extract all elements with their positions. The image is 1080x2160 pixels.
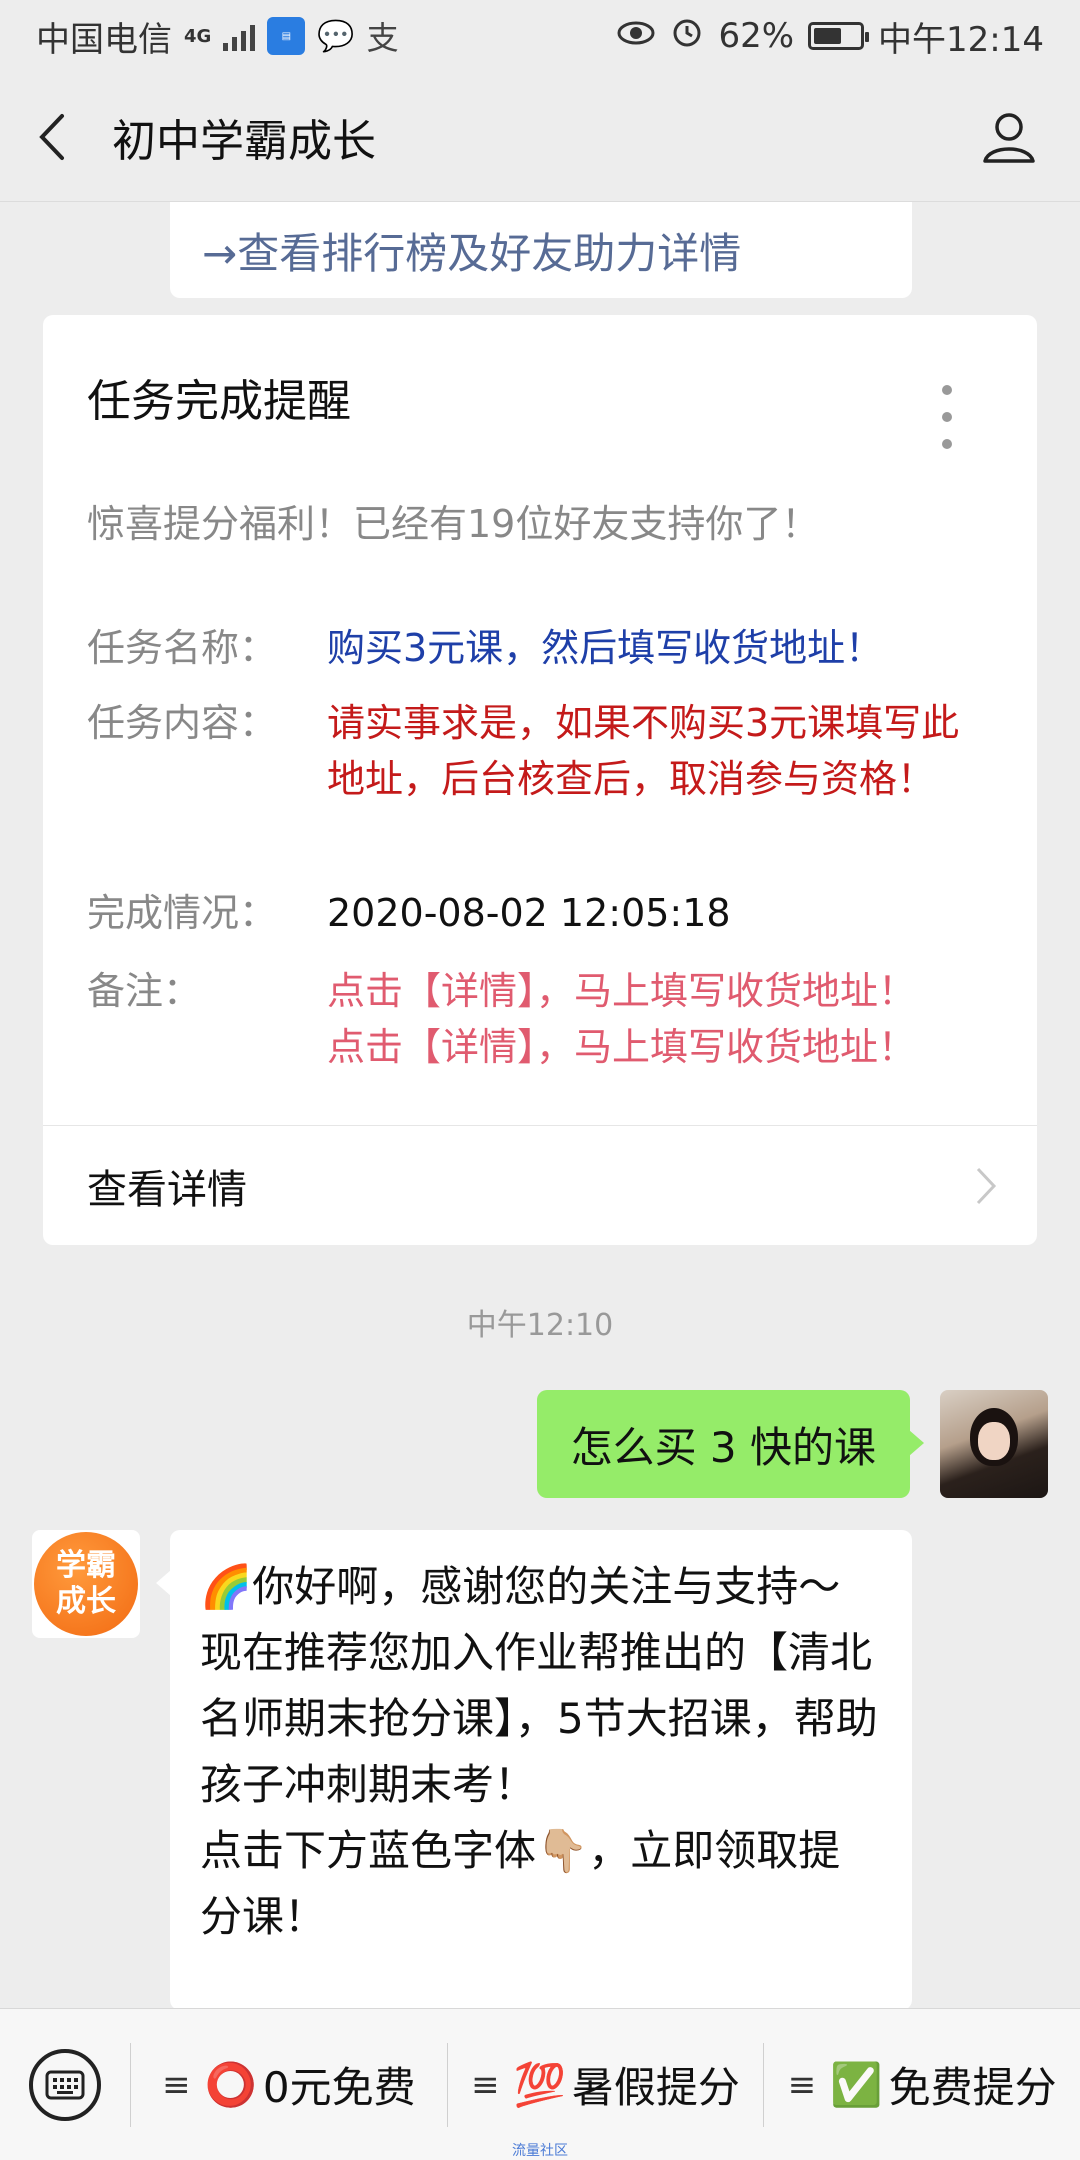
menu-item-emoji: ⭕: [204, 2059, 257, 2109]
more-options-icon[interactable]: [937, 385, 957, 449]
page-title: 初中学霸成长: [112, 115, 376, 167]
profile-button[interactable]: [974, 102, 1044, 172]
task-card-title: 任务完成提醒: [87, 376, 351, 427]
alipay-icon: 支: [366, 19, 399, 57]
clock: 中午12:14: [878, 19, 1044, 60]
news-app-icon: ▤: [267, 17, 306, 55]
chevron-right-icon: [976, 1167, 997, 1205]
ranking-link-text: →查看排行榜及好友助力详情: [202, 228, 742, 278]
task-row-note: 备注： 点击【详情】，马上填写收货地址！ 点击【详情】，马上填写收货地址！: [87, 963, 977, 1075]
task-label: 任务内容：: [87, 701, 278, 745]
task-label: 任务名称：: [87, 626, 278, 670]
task-value: 请实事求是，如果不购买3元课填写此地址，后台核查后，取消参与资格！: [327, 701, 960, 801]
user-avatar[interactable]: [940, 1390, 1048, 1498]
menu-item-label: 免费提分: [888, 2063, 1057, 2112]
menu-icon: ≡: [787, 2064, 817, 2105]
official-account-avatar[interactable]: 学霸成长: [32, 1530, 140, 1638]
task-row-status: 完成情况： 2020-08-02 12:05:18: [87, 885, 977, 941]
network-label: 4G: [184, 25, 212, 47]
task-row-name: 任务名称： 购买3元课，然后填写收货地址！: [87, 620, 977, 676]
nav-bar: 初中学霸成长: [0, 72, 1080, 202]
battery-percent: 62%: [718, 16, 795, 56]
status-bar: 中国电信 4G ▤ 💬 支 62% 中午12:14: [0, 0, 1080, 72]
watermark: 流量社区: [512, 2143, 568, 2159]
alarm-icon: [670, 15, 704, 58]
menu-icon: ≡: [471, 2064, 500, 2105]
eye-icon: [616, 16, 656, 56]
menu-item-emoji: ✅: [830, 2059, 883, 2109]
menu-item-label: 暑假提分: [571, 2063, 740, 2112]
wechat-icon: 💬: [317, 18, 355, 54]
incoming-message[interactable]: 🌈你好啊，感谢您的关注与支持～ 现在推荐您加入作业帮推出的【清北名师期末抢分课】…: [156, 1530, 912, 2010]
signal-icon: [223, 21, 256, 51]
bottom-menu: ≡ ⭕ 0元免费 ≡ 💯 暑假提分 ≡ ✅ 免费提分: [0, 2008, 1080, 2160]
task-value: 点击【详情】，马上填写收货地址！ 点击【详情】，马上填写收货地址！: [327, 969, 917, 1069]
task-row-content: 任务内容： 请实事求是，如果不购买3元课填写此地址，后台核查后，取消参与资格！: [87, 695, 977, 807]
carrier-label: 中国电信: [36, 19, 172, 60]
task-label: 完成情况：: [87, 891, 278, 935]
menu-icon: ≡: [162, 2064, 191, 2105]
menu-item-summer-boost[interactable]: ≡ 💯 暑假提分: [448, 2009, 764, 2160]
menu-item-emoji: 💯: [513, 2059, 566, 2109]
person-icon: [983, 112, 1035, 163]
task-intro: 惊喜提分福利！已经有19位好友支持你了！: [87, 502, 820, 546]
outgoing-message[interactable]: 怎么买 3 快的课: [536, 1390, 925, 1498]
outgoing-message-text: 怎么买 3 快的课: [570, 1422, 876, 1472]
menu-item-free-course[interactable]: ≡ ⭕ 0元免费: [131, 2009, 447, 2160]
keyboard-toggle-button[interactable]: [0, 2009, 130, 2160]
keyboard-icon: [29, 2048, 101, 2121]
chevron-left-icon: [39, 113, 64, 160]
task-value: 2020-08-02 12:05:18: [327, 891, 731, 935]
task-reminder-card: 任务完成提醒 惊喜提分福利！已经有19位好友支持你了！ 任务名称： 购买3元课，…: [43, 315, 1037, 1245]
view-details-button[interactable]: 查看详情: [43, 1126, 1037, 1245]
back-button[interactable]: [36, 107, 76, 167]
chat-timestamp: 中午12:10: [466, 1308, 614, 1343]
task-label: 备注：: [87, 969, 202, 1013]
task-value: 购买3元课，然后填写收货地址！: [327, 626, 884, 670]
view-details-label: 查看详情: [87, 1166, 247, 1213]
menu-item-free-boost[interactable]: ≡ ✅ 免费提分: [764, 2009, 1080, 2160]
menu-item-label: 0元免费: [262, 2063, 416, 2112]
battery-icon: [808, 22, 870, 50]
ranking-link[interactable]: →查看排行榜及好友助力详情: [170, 202, 912, 298]
avatar-logo-text: 学霸成长: [34, 1532, 138, 1636]
